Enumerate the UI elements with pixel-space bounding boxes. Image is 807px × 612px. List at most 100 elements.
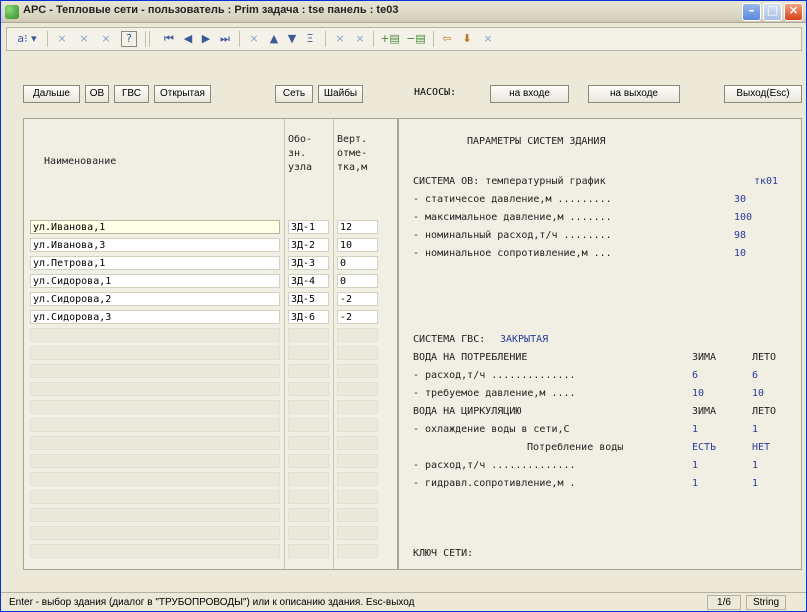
empty-row-cell[interactable] <box>30 418 280 432</box>
empty-row-cell[interactable] <box>288 472 329 486</box>
table-row-code[interactable]: ЗД-1 <box>288 220 329 234</box>
empty-row-cell[interactable] <box>337 328 378 342</box>
ov-button[interactable]: ОВ <box>85 85 109 103</box>
table-row-elevation[interactable]: -2 <box>337 310 378 324</box>
empty-row-cell[interactable] <box>337 364 378 378</box>
empty-row-cell[interactable] <box>30 544 280 558</box>
empty-row-cell[interactable] <box>337 544 378 558</box>
empty-row-cell[interactable] <box>30 400 280 414</box>
summer-value[interactable]: 1 <box>752 478 758 490</box>
table-row-elevation[interactable]: 0 <box>337 256 378 270</box>
summer-value[interactable]: НЕТ <box>752 442 770 454</box>
winter-value[interactable]: 1 <box>692 460 698 472</box>
up-icon[interactable]: ▲ <box>267 31 281 47</box>
empty-row-cell[interactable] <box>337 526 378 540</box>
filter-icon[interactable]: Ξ <box>303 31 317 47</box>
network-button[interactable]: Сеть <box>275 85 313 103</box>
table-row-name[interactable]: ул.Петрова,1 <box>30 256 280 270</box>
empty-row-cell[interactable] <box>288 436 329 450</box>
empty-row-cell[interactable] <box>337 490 378 504</box>
empty-row-cell[interactable] <box>288 526 329 540</box>
empty-row-cell[interactable] <box>288 328 329 342</box>
winter-value[interactable]: ЕСТЬ <box>692 442 716 454</box>
empty-row-cell[interactable] <box>30 508 280 522</box>
winter-value[interactable]: 10 <box>692 388 704 400</box>
table-row-code[interactable]: ЗД-6 <box>288 310 329 324</box>
last-record-icon[interactable]: ⏭ <box>217 31 233 47</box>
delete-icon[interactable]: × <box>247 31 261 47</box>
empty-row-cell[interactable] <box>288 490 329 504</box>
empty-row-cell[interactable] <box>337 472 378 486</box>
table-row-name[interactable]: ул.Сидорова,3 <box>30 310 280 324</box>
back-icon[interactable]: ⇦ <box>439 31 455 47</box>
summer-value[interactable]: 1 <box>752 424 758 436</box>
pump-outlet-button[interactable]: на выходе <box>588 85 680 103</box>
previous-record-icon[interactable]: ◀ <box>181 31 195 47</box>
table-row-name[interactable]: ул.Сидорова,1 <box>30 274 280 288</box>
title-bar[interactable]: APC - Тепловые сети - пользователь : Pri… <box>1 1 806 23</box>
empty-row-cell[interactable] <box>30 364 280 378</box>
empty-row-cell[interactable] <box>30 436 280 450</box>
first-record-icon[interactable]: ⏮ <box>161 31 177 47</box>
table-row-code[interactable]: ЗД-4 <box>288 274 329 288</box>
table-row-code[interactable]: ЗД-2 <box>288 238 329 252</box>
empty-row-cell[interactable] <box>288 544 329 558</box>
washers-button[interactable]: Шайбы <box>318 85 363 103</box>
empty-row-cell[interactable] <box>30 490 280 504</box>
summer-value[interactable]: 1 <box>752 460 758 472</box>
empty-row-cell[interactable] <box>288 454 329 468</box>
table-row-code[interactable]: ЗД-5 <box>288 292 329 306</box>
param-value[interactable]: 100 <box>734 212 752 224</box>
pump-inlet-button[interactable]: на входе <box>490 85 569 103</box>
minimize-button[interactable]: – <box>742 3 761 21</box>
maximize-button[interactable]: □ <box>763 3 782 21</box>
gvs-button[interactable]: ГВС <box>114 85 149 103</box>
winter-value[interactable]: 6 <box>692 370 698 382</box>
close-button[interactable]: × <box>784 3 803 21</box>
summer-value[interactable]: 10 <box>752 388 764 400</box>
exit-button[interactable]: Выход(Esc) <box>724 85 802 103</box>
next-button[interactable]: Дальше <box>23 85 80 103</box>
empty-row-cell[interactable] <box>337 508 378 522</box>
delete-icon[interactable]: × <box>481 31 495 47</box>
empty-row-cell[interactable] <box>337 454 378 468</box>
sort-button[interactable]: a⁝ ▾ <box>13 31 41 47</box>
table-row-elevation[interactable]: -2 <box>337 292 378 306</box>
remove-row-icon[interactable]: −▤ <box>405 31 427 47</box>
open-system-button[interactable]: Открытая <box>154 85 211 103</box>
help-icon[interactable]: ? <box>121 31 137 47</box>
empty-row-cell[interactable] <box>337 400 378 414</box>
delete-icon[interactable]: × <box>333 31 347 47</box>
empty-row-cell[interactable] <box>337 418 378 432</box>
empty-row-cell[interactable] <box>30 328 280 342</box>
empty-row-cell[interactable] <box>288 508 329 522</box>
empty-row-cell[interactable] <box>30 526 280 540</box>
empty-row-cell[interactable] <box>288 418 329 432</box>
empty-row-cell[interactable] <box>288 346 329 360</box>
download-icon[interactable]: ⬇ <box>459 31 475 47</box>
empty-row-cell[interactable] <box>30 346 280 360</box>
empty-row-cell[interactable] <box>337 346 378 360</box>
table-row-elevation[interactable]: 12 <box>337 220 378 234</box>
empty-row-cell[interactable] <box>288 382 329 396</box>
param-value[interactable]: 10 <box>734 248 746 260</box>
table-row-code[interactable]: ЗД-3 <box>288 256 329 270</box>
empty-row-cell[interactable] <box>30 382 280 396</box>
empty-row-cell[interactable] <box>30 472 280 486</box>
insert-row-icon[interactable]: +▤ <box>379 31 401 47</box>
delete-icon[interactable]: × <box>77 31 91 47</box>
empty-row-cell[interactable] <box>30 454 280 468</box>
table-row-elevation[interactable]: 10 <box>337 238 378 252</box>
winter-value[interactable]: 1 <box>692 424 698 436</box>
table-row-name[interactable]: ул.Иванова,1 <box>30 220 280 234</box>
table-row-name[interactable]: ул.Иванова,3 <box>30 238 280 252</box>
summer-value[interactable]: 6 <box>752 370 758 382</box>
delete-icon[interactable]: × <box>353 31 367 47</box>
table-row-name[interactable]: ул.Сидорова,2 <box>30 292 280 306</box>
table-row-elevation[interactable]: 0 <box>337 274 378 288</box>
next-record-icon[interactable]: ▶ <box>199 31 213 47</box>
delete-icon[interactable]: × <box>55 31 69 47</box>
empty-row-cell[interactable] <box>288 364 329 378</box>
down-icon[interactable]: ▼ <box>285 31 299 47</box>
empty-row-cell[interactable] <box>337 382 378 396</box>
